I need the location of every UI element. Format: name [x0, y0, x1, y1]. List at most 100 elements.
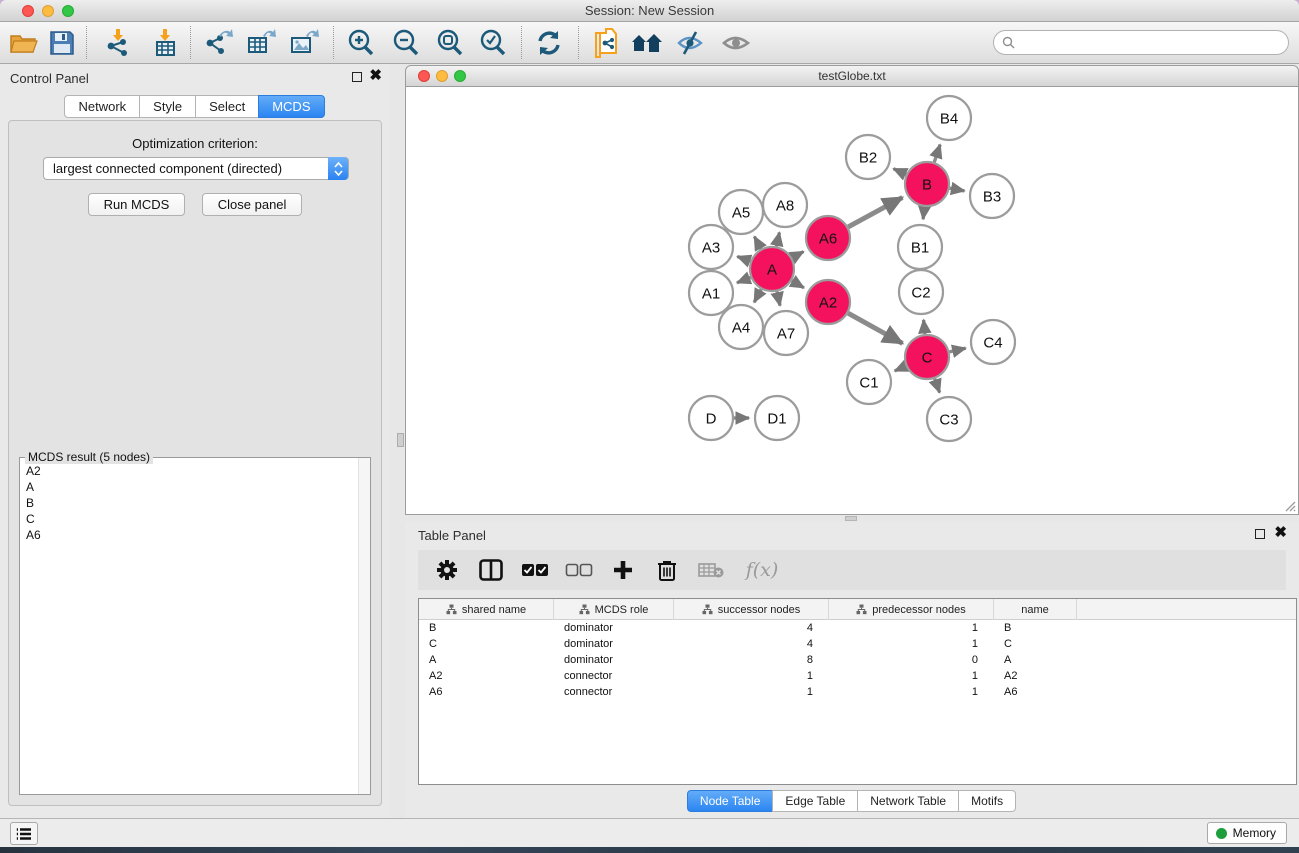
graph-edge-B-B4[interactable]: [934, 145, 940, 163]
graph-edge-C-C1[interactable]: [895, 366, 906, 371]
show-columns-button[interactable]: [476, 555, 506, 585]
close-panel-button[interactable]: Close panel: [202, 193, 303, 216]
vertical-splitter-handle[interactable]: [397, 433, 404, 447]
add-column-button[interactable]: [608, 555, 638, 585]
tab-motifs[interactable]: Motifs: [958, 790, 1016, 812]
graph-edge-B-B2[interactable]: [893, 169, 906, 175]
criterion-select[interactable]: largest connected component (directed): [43, 157, 349, 180]
zoom-in-button[interactable]: [343, 25, 379, 61]
export-image-button[interactable]: [286, 25, 322, 61]
import-table-button[interactable]: [147, 25, 183, 61]
cell-predecessor-nodes[interactable]: 1: [829, 686, 994, 698]
cell-MCDS-role[interactable]: dominator: [554, 638, 674, 650]
cell-shared-name[interactable]: A6: [419, 686, 554, 698]
cell-MCDS-role[interactable]: connector: [554, 670, 674, 682]
graph-edge-A-A7[interactable]: [777, 291, 780, 305]
graph-edge-A2-C[interactable]: [848, 313, 902, 343]
copy-network-button[interactable]: [589, 25, 625, 61]
export-table-button[interactable]: [243, 25, 279, 61]
column-header-shared-name[interactable]: shared name: [419, 599, 554, 620]
graph-edge-C-C3[interactable]: [935, 379, 940, 393]
table-settings-button[interactable]: [432, 555, 462, 585]
cell-predecessor-nodes[interactable]: 1: [829, 622, 994, 634]
cell-name[interactable]: A2: [994, 670, 1077, 682]
cell-name[interactable]: B: [994, 622, 1077, 634]
graph-edge-C-C2[interactable]: [924, 320, 925, 334]
refresh-button[interactable]: [531, 25, 567, 61]
show-panels-button[interactable]: [718, 25, 754, 61]
column-header-successor-nodes[interactable]: successor nodes: [674, 599, 829, 620]
horizontal-splitter-handle[interactable]: [845, 516, 857, 521]
function-builder-button[interactable]: f(x): [740, 555, 784, 585]
column-header-MCDS-role[interactable]: MCDS role: [554, 599, 674, 620]
table-row-A6[interactable]: A6connector11A6: [419, 684, 1296, 700]
graph-edge-A-A5[interactable]: [754, 237, 761, 249]
column-header-predecessor-nodes[interactable]: predecessor nodes: [829, 599, 994, 620]
graph-edge-A-A2[interactable]: [792, 281, 804, 288]
table-row-A2[interactable]: A2connector11A2: [419, 668, 1296, 684]
result-node-A[interactable]: A: [20, 479, 357, 495]
table-close-icon[interactable]: ✖: [1274, 524, 1287, 542]
cell-shared-name[interactable]: A2: [419, 670, 554, 682]
float-panel-icon[interactable]: [352, 72, 362, 82]
tab-style[interactable]: Style: [139, 95, 196, 118]
zoom-fit-button[interactable]: [432, 25, 468, 61]
tab-network-table[interactable]: Network Table: [857, 790, 959, 812]
result-node-A6[interactable]: A6: [20, 527, 357, 543]
hide-panels-button[interactable]: [673, 25, 709, 61]
import-network-button[interactable]: [100, 25, 136, 61]
cell-predecessor-nodes[interactable]: 1: [829, 638, 994, 650]
cell-predecessor-nodes[interactable]: 1: [829, 670, 994, 682]
graph-edge-B-B3[interactable]: [950, 188, 965, 191]
task-history-button[interactable]: [10, 822, 38, 845]
cell-predecessor-nodes[interactable]: 0: [829, 654, 994, 666]
graph-edge-C-C4[interactable]: [949, 348, 965, 352]
cell-MCDS-role[interactable]: dominator: [554, 622, 674, 634]
cell-successor-nodes[interactable]: 8: [674, 654, 829, 666]
table-row-A[interactable]: Adominator80A: [419, 652, 1296, 668]
cell-shared-name[interactable]: C: [419, 638, 554, 650]
save-button[interactable]: [44, 25, 80, 61]
network-canvas[interactable]: AA1A2A3A4A5A6A7A8BB1B2B3B4CC1C2C3C4DD1: [405, 87, 1299, 515]
cell-successor-nodes[interactable]: 1: [674, 670, 829, 682]
cell-name[interactable]: A: [994, 654, 1077, 666]
zoom-out-button[interactable]: [388, 25, 424, 61]
cell-successor-nodes[interactable]: 1: [674, 686, 829, 698]
graph-edge-A-A6[interactable]: [792, 252, 803, 258]
result-node-C[interactable]: C: [20, 511, 357, 527]
table-row-B[interactable]: Bdominator41B: [419, 620, 1296, 636]
cell-name[interactable]: C: [994, 638, 1077, 650]
deselect-all-button[interactable]: [564, 555, 594, 585]
tab-select[interactable]: Select: [195, 95, 259, 118]
graph-edge-B-B1[interactable]: [923, 207, 924, 219]
cell-successor-nodes[interactable]: 4: [674, 622, 829, 634]
search-box[interactable]: [993, 30, 1289, 55]
graph-edge-A-A4[interactable]: [754, 289, 761, 302]
column-header-name[interactable]: name: [994, 599, 1077, 620]
graph-edge-A-A1[interactable]: [737, 277, 751, 282]
result-node-A2[interactable]: A2: [20, 463, 357, 479]
close-panel-icon[interactable]: ✖: [369, 67, 382, 85]
cell-shared-name[interactable]: A: [419, 654, 554, 666]
tab-network[interactable]: Network: [64, 95, 140, 118]
tab-mcds[interactable]: MCDS: [258, 95, 324, 118]
resize-grip-icon[interactable]: [1282, 498, 1296, 512]
result-node-B[interactable]: B: [20, 495, 357, 511]
export-network-button[interactable]: [200, 25, 236, 61]
delete-column-button[interactable]: [652, 555, 682, 585]
memory-button[interactable]: Memory: [1207, 822, 1287, 844]
tab-node-table[interactable]: Node Table: [687, 790, 774, 812]
cell-shared-name[interactable]: B: [419, 622, 554, 634]
graph-edge-A-A3[interactable]: [737, 256, 750, 261]
graph-edge-A-A8[interactable]: [777, 232, 780, 246]
table-float-icon[interactable]: [1255, 529, 1265, 539]
open-file-button[interactable]: [6, 25, 42, 61]
graph-edge-A6-B[interactable]: [848, 197, 902, 227]
search-input[interactable]: [1015, 36, 1288, 50]
table-row-C[interactable]: Cdominator41C: [419, 636, 1296, 652]
select-all-button[interactable]: [520, 555, 550, 585]
cell-successor-nodes[interactable]: 4: [674, 638, 829, 650]
tab-edge-table[interactable]: Edge Table: [772, 790, 858, 812]
delete-table-button[interactable]: [696, 555, 726, 585]
run-mcds-button[interactable]: Run MCDS: [88, 193, 186, 216]
